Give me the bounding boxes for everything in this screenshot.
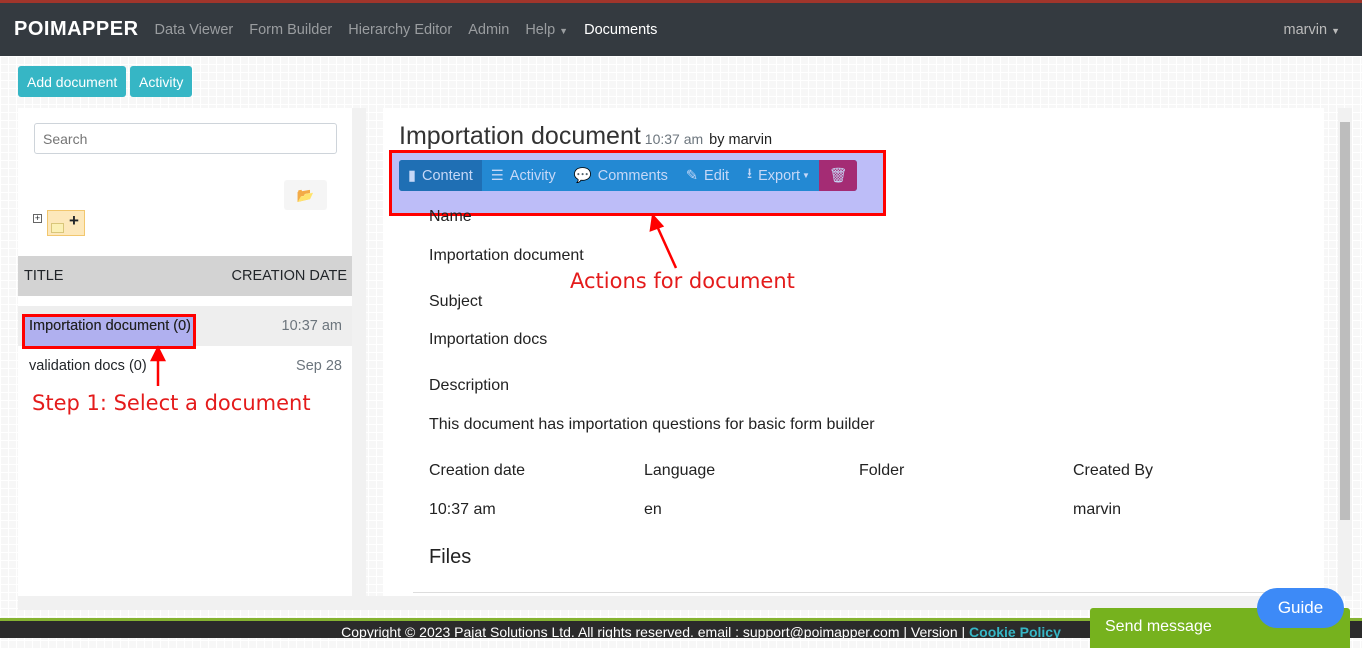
annotation-arrows xyxy=(149,213,678,386)
row-title: Importation document (0) xyxy=(29,318,191,334)
footer-text: Copyright © 2023 Pajat Solutions Ltd. Al… xyxy=(341,624,970,638)
arrow-actions xyxy=(649,213,678,269)
cookie-policy-link[interactable]: Cookie Policy xyxy=(969,624,1061,638)
arrow-step1 xyxy=(149,345,167,386)
guide-button[interactable]: Guide xyxy=(1257,588,1344,628)
step1-annotation: Step 1: Select a document xyxy=(32,391,311,415)
actions-annotation: Actions for document xyxy=(570,269,795,293)
